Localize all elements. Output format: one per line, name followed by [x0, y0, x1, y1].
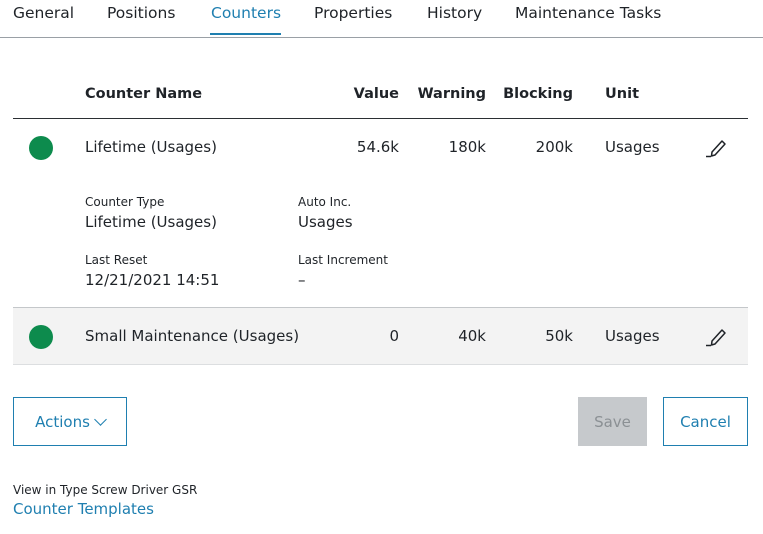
counter-type-label: Counter Type — [85, 195, 165, 209]
counter-unit: Usages — [605, 138, 660, 156]
tab-history[interactable]: History — [427, 4, 482, 22]
column-header-blocking: Blocking — [503, 86, 573, 102]
last-increment-value: – — [298, 271, 306, 289]
status-indicator — [29, 325, 53, 349]
actions-label: Actions — [35, 412, 90, 431]
tab-positions[interactable]: Positions — [107, 4, 175, 22]
chevron-down-icon — [94, 413, 107, 426]
table-row[interactable]: Small Maintenance (Usages) 0 40k 50k Usa… — [13, 307, 748, 365]
counter-blocking: 50k — [545, 327, 573, 345]
tab-counters[interactable]: Counters — [211, 4, 281, 22]
counter-warning: 40k — [458, 327, 486, 345]
tab-general[interactable]: General — [13, 4, 74, 22]
tab-properties[interactable]: Properties — [314, 4, 392, 22]
cancel-button[interactable]: Cancel — [663, 397, 748, 446]
counter-type-value: Lifetime (Usages) — [85, 213, 217, 231]
cancel-label: Cancel — [680, 412, 731, 431]
column-header-value: Value — [353, 86, 399, 102]
counter-warning: 180k — [448, 138, 486, 156]
tab-bar: General Positions Counters Properties Hi… — [0, 0, 763, 38]
header-divider — [13, 118, 748, 119]
tab-maintenance-tasks[interactable]: Maintenance Tasks — [515, 4, 661, 22]
last-reset-value: 12/21/2021 14:51 — [85, 271, 220, 289]
counter-templates-link[interactable]: Counter Templates — [13, 500, 154, 518]
counter-name: Small Maintenance (Usages) — [85, 327, 300, 345]
counter-unit: Usages — [605, 327, 660, 345]
counter-value: 54.6k — [356, 138, 399, 156]
auto-inc-value: Usages — [298, 213, 353, 231]
status-indicator — [29, 136, 53, 160]
column-header-warning: Warning — [417, 86, 486, 102]
column-header-unit: Unit — [605, 86, 639, 102]
type-reference-label: View in Type Screw Driver GSR — [13, 483, 198, 497]
auto-inc-label: Auto Inc. — [298, 195, 352, 209]
save-label: Save — [594, 412, 631, 431]
column-header-name: Counter Name — [85, 86, 203, 102]
last-increment-label: Last Increment — [298, 253, 388, 267]
last-reset-label: Last Reset — [85, 253, 148, 267]
pencil-icon[interactable] — [706, 327, 728, 347]
counter-blocking: 200k — [535, 138, 573, 156]
pencil-icon[interactable] — [706, 138, 728, 158]
active-tab-indicator — [210, 33, 281, 35]
counter-value: 0 — [389, 327, 399, 345]
counter-name: Lifetime (Usages) — [85, 138, 217, 156]
actions-button[interactable]: Actions — [13, 397, 127, 446]
save-button[interactable]: Save — [578, 397, 647, 446]
